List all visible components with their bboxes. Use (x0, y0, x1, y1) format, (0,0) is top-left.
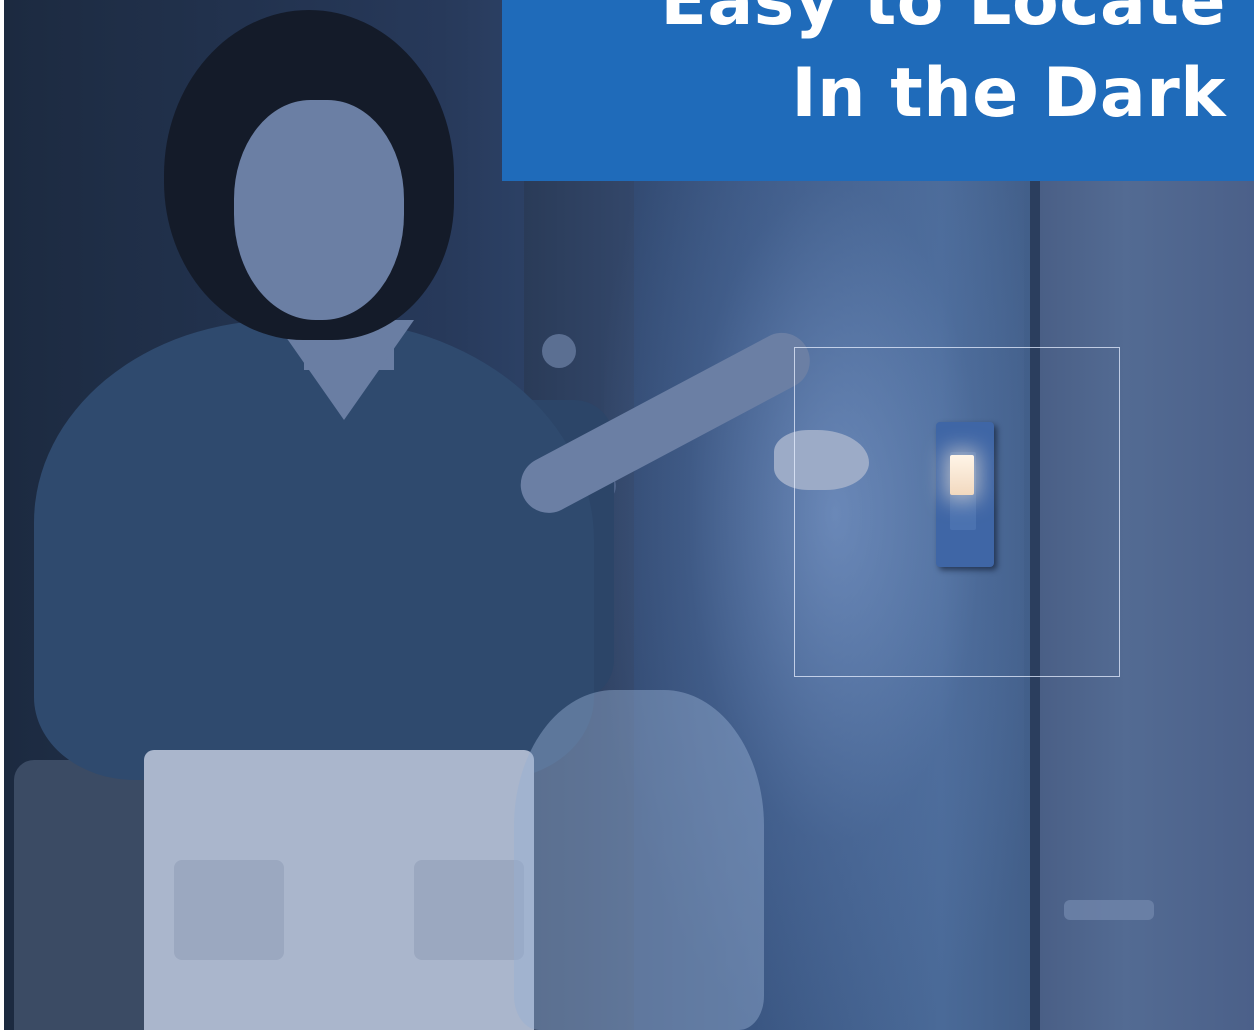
door-knob (542, 334, 576, 368)
headline-line-1: Easy to Locate (660, 0, 1226, 41)
skirt-pocket-left (174, 860, 284, 960)
face (234, 100, 404, 320)
skirt-pocket-right (414, 860, 524, 960)
headline-line-2: In the Dark (791, 54, 1226, 133)
plastic-bag (514, 690, 764, 1030)
door-handle (1064, 900, 1154, 920)
highlight-frame (794, 347, 1120, 677)
headline-banner: Easy to Locate In the Dark (502, 0, 1254, 181)
